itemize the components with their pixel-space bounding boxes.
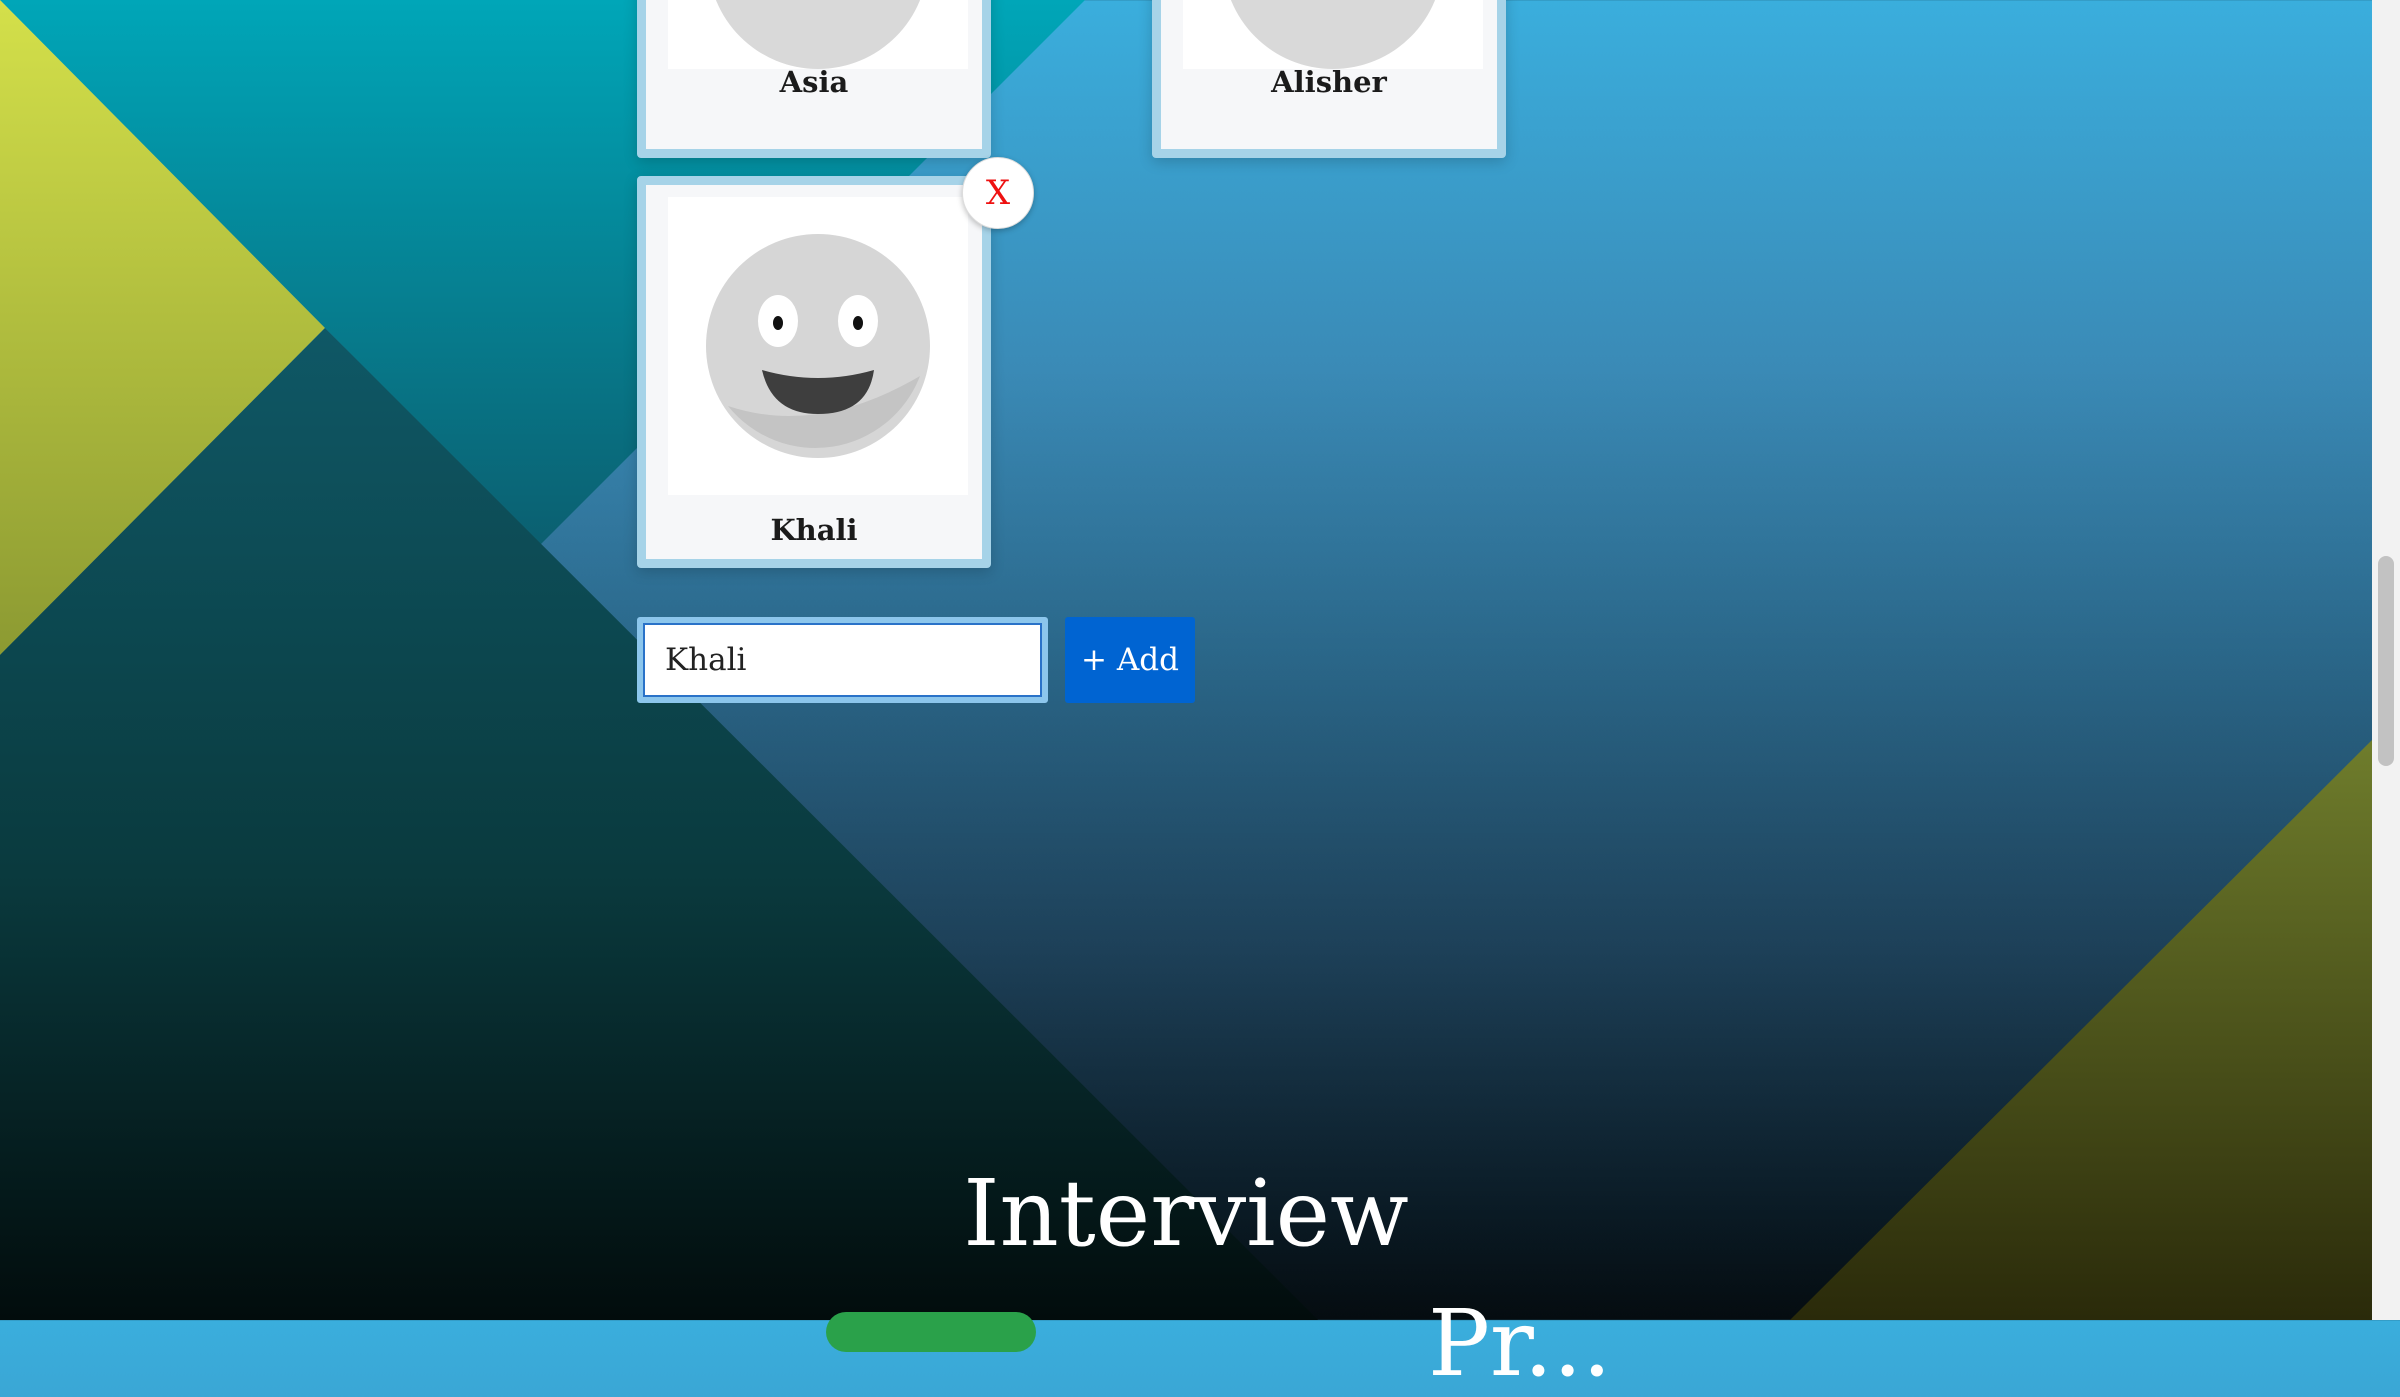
add-participant-button[interactable]: + Add — [1065, 617, 1195, 703]
section-title: Interview — [963, 1160, 1409, 1267]
status-badge[interactable] — [826, 1312, 1036, 1352]
smiley-avatar-icon — [706, 234, 930, 458]
yellow-triangle-shape — [0, 0, 325, 655]
participant-card: Alisher — [1152, 0, 1506, 158]
avatar — [668, 0, 968, 69]
participant-name: Asia — [779, 65, 849, 99]
avatar — [668, 197, 968, 495]
participant-name: Khali — [770, 513, 858, 547]
close-icon: X — [985, 173, 1011, 213]
remove-participant-button[interactable]: X — [962, 157, 1034, 229]
smiley-avatar-icon — [1230, 0, 1436, 69]
smiley-avatar-icon — [715, 0, 921, 69]
participant-name-input[interactable] — [637, 617, 1048, 703]
participant-card: Khali — [637, 176, 991, 568]
participant-card: Asia — [637, 0, 991, 158]
scrollbar-thumb[interactable] — [2378, 556, 2394, 766]
participant-name: Alisher — [1271, 65, 1387, 99]
avatar — [1183, 0, 1483, 69]
next-section-title: Pr... — [1428, 1290, 1612, 1397]
